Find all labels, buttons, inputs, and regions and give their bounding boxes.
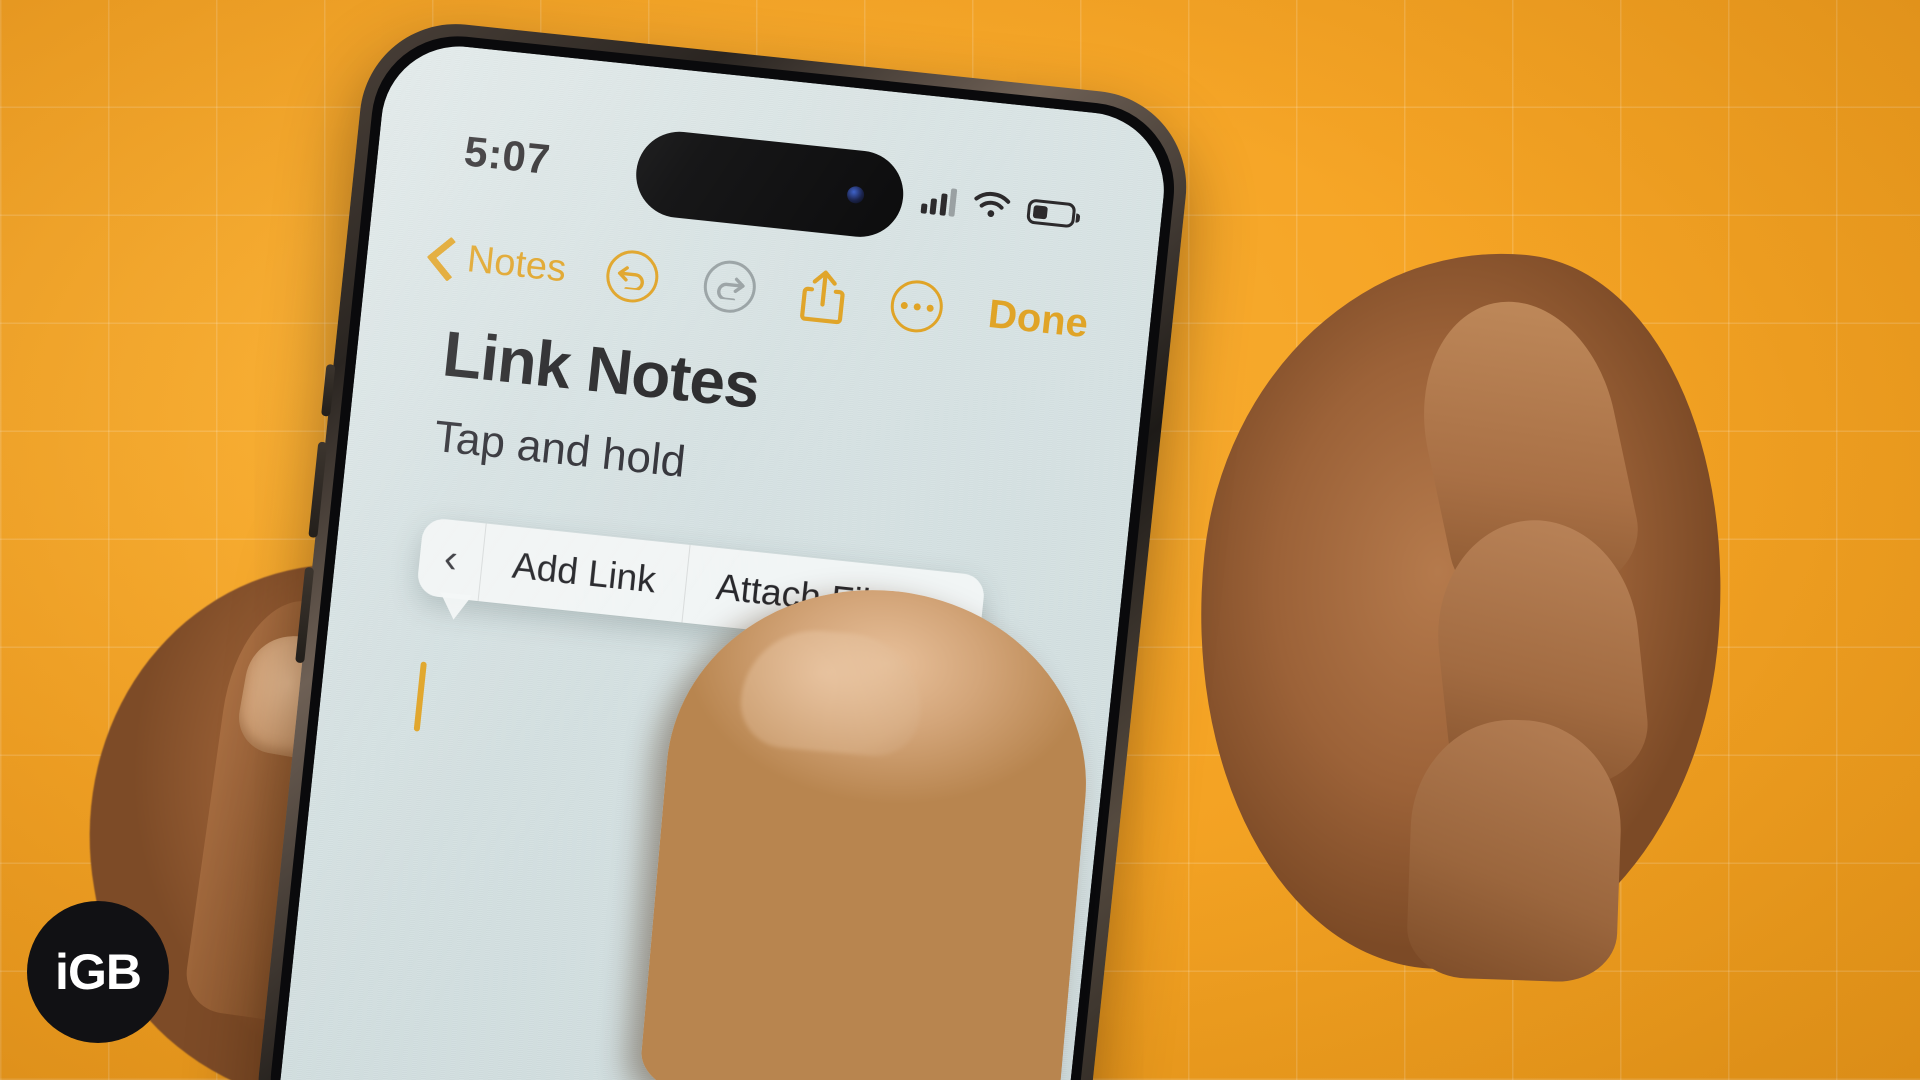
- chevron-right-icon[interactable]: ›: [916, 570, 986, 654]
- context-menu[interactable]: ‹ Add Link Attach File ›: [415, 516, 986, 654]
- wifi-icon: [971, 188, 1012, 225]
- context-menu-item-add-link[interactable]: Add Link: [477, 523, 690, 623]
- status-icons: [920, 183, 1077, 232]
- battery-icon: [1026, 197, 1077, 228]
- status-time: 5:07: [462, 127, 553, 184]
- cellular-bars-icon: [920, 185, 958, 217]
- share-icon[interactable]: [798, 266, 848, 326]
- done-button[interactable]: Done: [986, 291, 1090, 346]
- text-cursor: [413, 661, 427, 732]
- back-button-label: Notes: [465, 237, 569, 290]
- igb-logo-text: iGB: [55, 944, 142, 1000]
- toolbar-actions: Done: [603, 246, 1091, 352]
- back-to-notes-button[interactable]: Notes: [427, 234, 568, 291]
- igb-logo: iGB: [27, 901, 169, 1043]
- more-circle-icon[interactable]: [888, 277, 946, 335]
- context-menu-item-attach-file[interactable]: Attach File: [681, 544, 925, 648]
- undo-icon[interactable]: [603, 247, 661, 306]
- context-menu-pointer: [437, 592, 473, 622]
- iphone-device: 5:07 Notes Done Link Notes Tap and hold …: [249, 14, 1196, 1080]
- ellipsis-dots: [899, 301, 934, 312]
- redo-icon[interactable]: [701, 258, 759, 316]
- chevron-left-icon[interactable]: ‹: [416, 517, 486, 601]
- chevron-left-icon: [427, 235, 455, 277]
- phone-screen[interactable]: 5:07 Notes Done Link Notes Tap and hold …: [270, 38, 1172, 1080]
